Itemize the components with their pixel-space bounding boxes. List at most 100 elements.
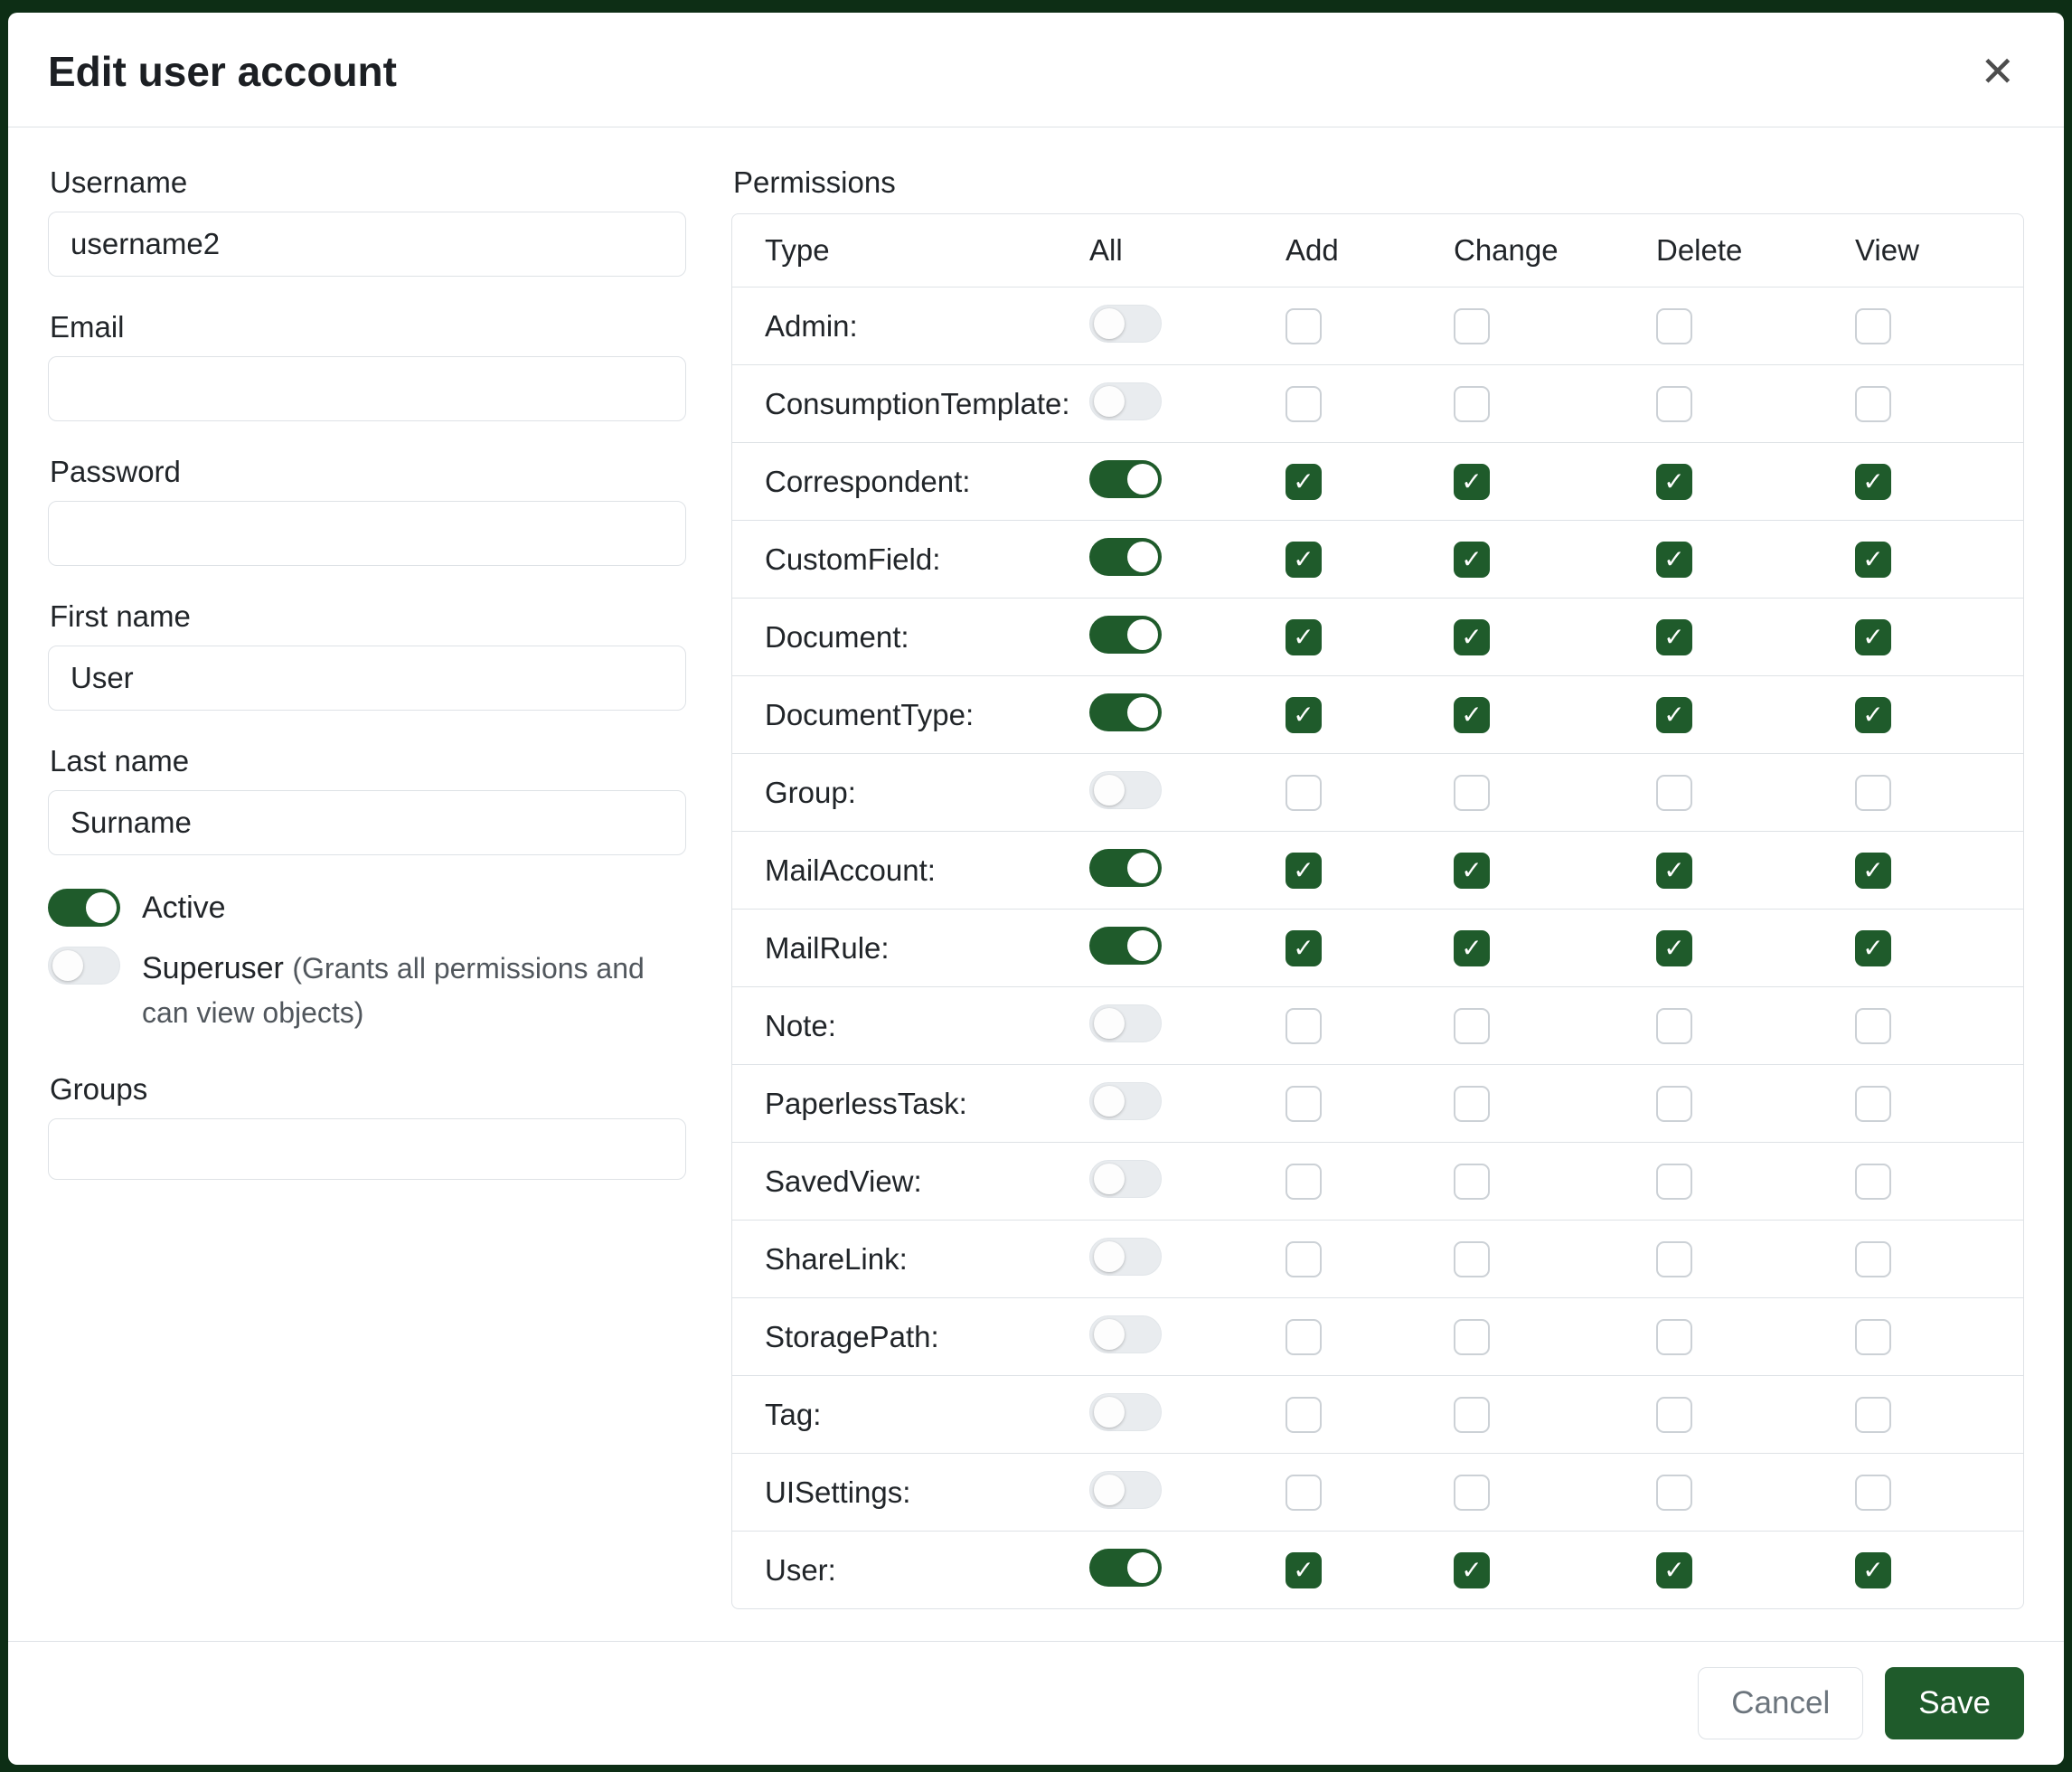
permission-all-toggle[interactable]	[1089, 616, 1162, 654]
permission-delete-checkbox[interactable]	[1656, 853, 1692, 889]
permission-add-checkbox[interactable]	[1286, 853, 1322, 889]
permission-change-checkbox[interactable]	[1454, 1319, 1490, 1355]
permission-change-checkbox[interactable]	[1454, 1164, 1490, 1200]
username-input[interactable]	[48, 212, 686, 277]
permission-change-checkbox[interactable]	[1454, 697, 1490, 733]
permission-all-toggle[interactable]	[1089, 1471, 1162, 1509]
permission-delete-checkbox[interactable]	[1656, 619, 1692, 655]
permission-view-checkbox[interactable]	[1855, 464, 1891, 500]
save-button[interactable]: Save	[1885, 1667, 2024, 1739]
permission-delete-checkbox[interactable]	[1656, 1552, 1692, 1588]
permission-change-checkbox[interactable]	[1454, 930, 1490, 966]
permission-view-checkbox[interactable]	[1855, 619, 1891, 655]
permission-change-checkbox[interactable]	[1454, 1008, 1490, 1044]
permission-add-checkbox[interactable]	[1286, 1241, 1322, 1277]
permission-all-toggle[interactable]	[1089, 460, 1162, 498]
permission-change-checkbox[interactable]	[1454, 1397, 1490, 1433]
permission-all-toggle[interactable]	[1089, 382, 1162, 420]
permission-change-checkbox[interactable]	[1454, 853, 1490, 889]
first-name-input[interactable]	[48, 646, 686, 711]
column-header-change: Change	[1454, 233, 1656, 268]
groups-select[interactable]	[48, 1118, 686, 1180]
permission-all-toggle[interactable]	[1089, 1082, 1162, 1120]
email-input[interactable]	[48, 356, 686, 421]
permission-view-checkbox[interactable]	[1855, 1086, 1891, 1122]
permission-delete-checkbox[interactable]	[1656, 1319, 1692, 1355]
permission-all-toggle[interactable]	[1089, 693, 1162, 731]
permission-delete-checkbox[interactable]	[1656, 542, 1692, 578]
permission-change-checkbox[interactable]	[1454, 775, 1490, 811]
permission-change-checkbox[interactable]	[1454, 1475, 1490, 1511]
permission-all-toggle[interactable]	[1089, 1315, 1162, 1353]
permission-row: MailAccount:	[732, 831, 2023, 909]
permission-type-label: CustomField:	[732, 542, 1089, 577]
last-name-input[interactable]	[48, 790, 686, 855]
permission-view-checkbox[interactable]	[1855, 1475, 1891, 1511]
permission-add-checkbox[interactable]	[1286, 619, 1322, 655]
permission-change-checkbox[interactable]	[1454, 308, 1490, 344]
permission-add-checkbox[interactable]	[1286, 1397, 1322, 1433]
close-icon[interactable]: ✕	[1971, 45, 2024, 98]
permission-delete-checkbox[interactable]	[1656, 1086, 1692, 1122]
permission-all-toggle[interactable]	[1089, 1160, 1162, 1198]
permission-add-checkbox[interactable]	[1286, 1552, 1322, 1588]
permission-delete-checkbox[interactable]	[1656, 1241, 1692, 1277]
permission-view-checkbox[interactable]	[1855, 1552, 1891, 1588]
permission-add-checkbox[interactable]	[1286, 1319, 1322, 1355]
permission-delete-checkbox[interactable]	[1656, 930, 1692, 966]
permission-view-checkbox[interactable]	[1855, 1241, 1891, 1277]
permission-view-checkbox[interactable]	[1855, 542, 1891, 578]
cancel-button[interactable]: Cancel	[1698, 1667, 1863, 1739]
superuser-toggle[interactable]	[48, 947, 120, 985]
permission-change-checkbox[interactable]	[1454, 386, 1490, 422]
permission-add-checkbox[interactable]	[1286, 775, 1322, 811]
permission-delete-checkbox[interactable]	[1656, 464, 1692, 500]
permission-delete-checkbox[interactable]	[1656, 1397, 1692, 1433]
permission-add-checkbox[interactable]	[1286, 542, 1322, 578]
permission-delete-checkbox[interactable]	[1656, 1164, 1692, 1200]
password-input[interactable]	[48, 501, 686, 566]
permission-change-checkbox[interactable]	[1454, 1241, 1490, 1277]
permission-delete-checkbox[interactable]	[1656, 1475, 1692, 1511]
permission-all-toggle[interactable]	[1089, 1238, 1162, 1276]
permission-view-checkbox[interactable]	[1855, 775, 1891, 811]
permission-delete-checkbox[interactable]	[1656, 386, 1692, 422]
permission-change-checkbox[interactable]	[1454, 1552, 1490, 1588]
permission-add-checkbox[interactable]	[1286, 1008, 1322, 1044]
permission-view-checkbox[interactable]	[1855, 1397, 1891, 1433]
permission-view-checkbox[interactable]	[1855, 930, 1891, 966]
permission-change-checkbox[interactable]	[1454, 542, 1490, 578]
permission-add-checkbox[interactable]	[1286, 930, 1322, 966]
permission-delete-checkbox[interactable]	[1656, 775, 1692, 811]
permission-add-checkbox[interactable]	[1286, 308, 1322, 344]
permission-change-checkbox[interactable]	[1454, 1086, 1490, 1122]
permission-add-checkbox[interactable]	[1286, 1164, 1322, 1200]
permission-change-checkbox[interactable]	[1454, 619, 1490, 655]
permission-all-toggle[interactable]	[1089, 1393, 1162, 1431]
permission-all-toggle[interactable]	[1089, 538, 1162, 576]
permission-view-checkbox[interactable]	[1855, 697, 1891, 733]
permission-all-toggle[interactable]	[1089, 305, 1162, 343]
permission-view-checkbox[interactable]	[1855, 1319, 1891, 1355]
permission-view-checkbox[interactable]	[1855, 386, 1891, 422]
permission-view-checkbox[interactable]	[1855, 1164, 1891, 1200]
permission-all-toggle[interactable]	[1089, 1549, 1162, 1587]
permission-add-checkbox[interactable]	[1286, 386, 1322, 422]
permission-add-checkbox[interactable]	[1286, 1086, 1322, 1122]
permission-add-checkbox[interactable]	[1286, 1475, 1322, 1511]
permission-all-toggle[interactable]	[1089, 1004, 1162, 1042]
permission-view-checkbox[interactable]	[1855, 1008, 1891, 1044]
active-toggle[interactable]	[48, 889, 120, 927]
permission-row: DocumentType:	[732, 675, 2023, 753]
permission-delete-checkbox[interactable]	[1656, 308, 1692, 344]
permission-delete-checkbox[interactable]	[1656, 697, 1692, 733]
permission-all-toggle[interactable]	[1089, 771, 1162, 809]
permission-add-checkbox[interactable]	[1286, 697, 1322, 733]
permission-add-checkbox[interactable]	[1286, 464, 1322, 500]
permission-all-toggle[interactable]	[1089, 927, 1162, 965]
permission-all-toggle[interactable]	[1089, 849, 1162, 887]
permission-view-checkbox[interactable]	[1855, 308, 1891, 344]
permission-change-checkbox[interactable]	[1454, 464, 1490, 500]
permission-view-checkbox[interactable]	[1855, 853, 1891, 889]
permission-delete-checkbox[interactable]	[1656, 1008, 1692, 1044]
